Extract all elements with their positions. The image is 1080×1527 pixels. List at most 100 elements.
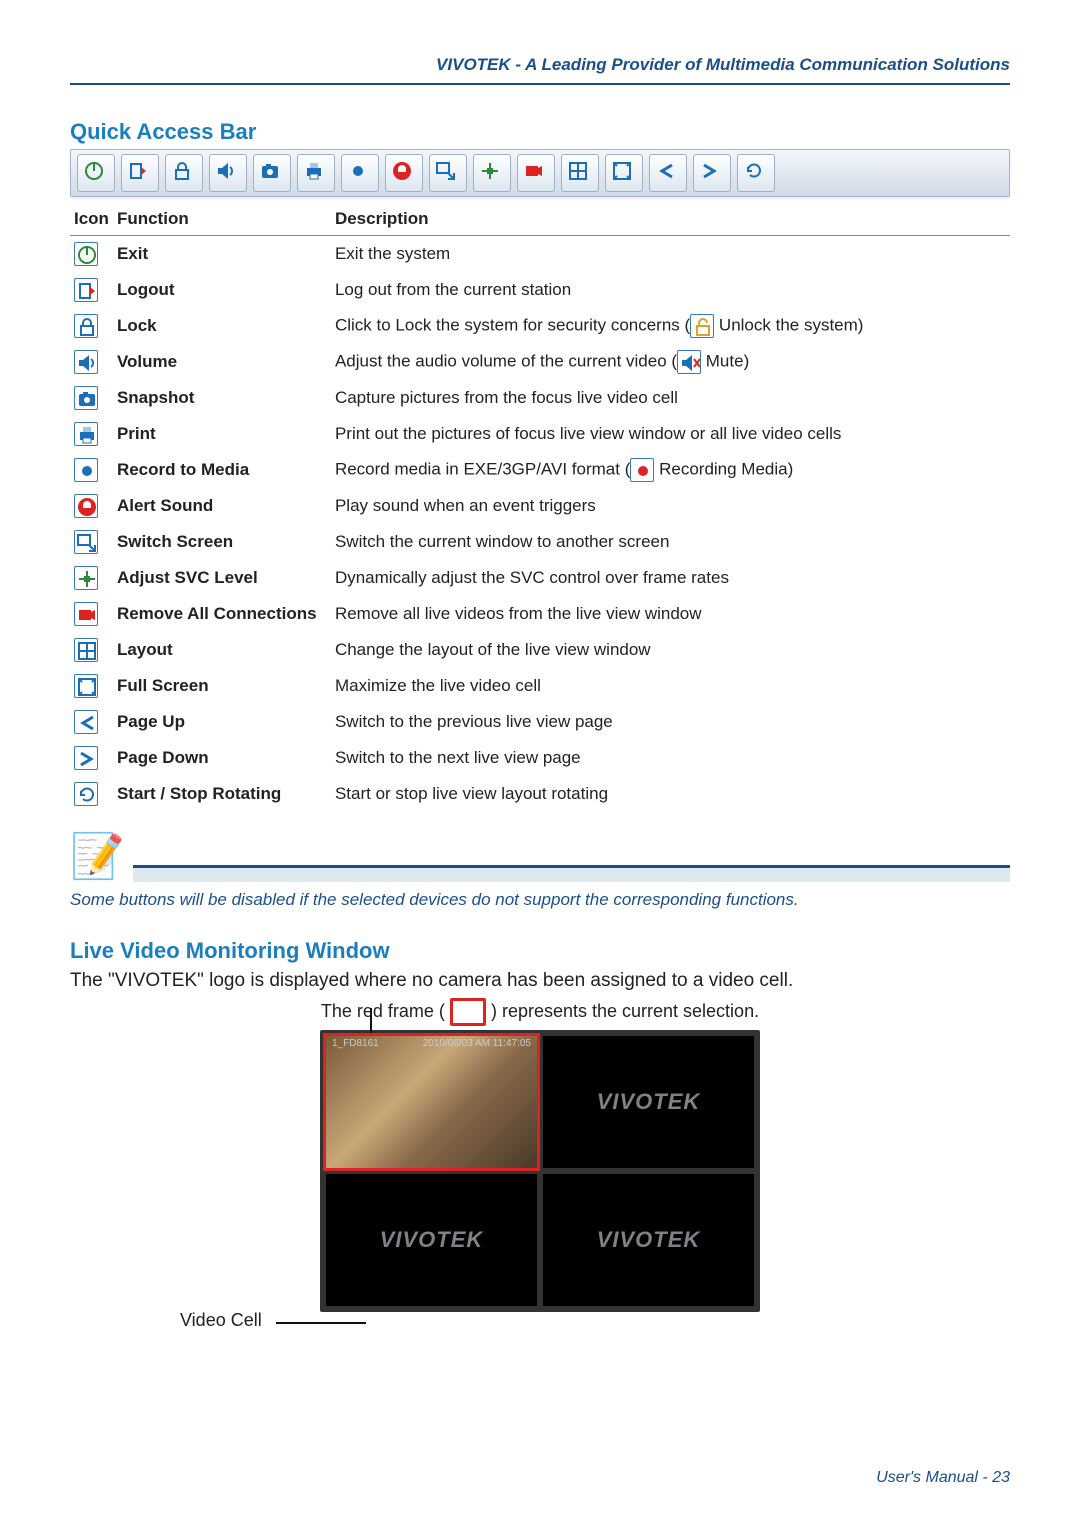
full-screen-button[interactable] xyxy=(605,154,643,192)
full-screen-icon xyxy=(610,159,638,187)
row-desc-post: Unlock the system) xyxy=(714,315,863,334)
logout-icon xyxy=(126,159,154,187)
row-icon-cell xyxy=(70,488,113,524)
row-desc-pre: Switch to the next live view page xyxy=(335,748,581,767)
th-icon: Icon xyxy=(70,203,113,236)
quick-access-toolbar xyxy=(70,149,1010,197)
row-icon-cell xyxy=(70,704,113,740)
video-cell-1-selected[interactable]: 2010/06/03 AM 11:47:05 1_FD8161 xyxy=(326,1036,537,1168)
row-icon-cell xyxy=(70,236,113,273)
recording-icon xyxy=(630,458,654,482)
table-row: Remove All ConnectionsRemove all live vi… xyxy=(70,596,1010,632)
table-row: VolumeAdjust the audio volume of the cur… xyxy=(70,344,1010,380)
row-desc-pre: Click to Lock the system for security co… xyxy=(335,315,690,334)
row-description: Exit the system xyxy=(331,236,1010,273)
snapshot-button[interactable] xyxy=(253,154,291,192)
table-row: LogoutLog out from the current station xyxy=(70,272,1010,308)
table-row: Record to MediaRecord media in EXE/3GP/A… xyxy=(70,452,1010,488)
switch-screen-icon xyxy=(434,159,462,187)
row-function: Record to Media xyxy=(113,452,331,488)
footer: User's Manual - 23 xyxy=(876,1469,1010,1487)
row-desc-post: Mute) xyxy=(701,351,749,370)
layout-icon xyxy=(566,159,594,187)
note-icon: 📝 xyxy=(70,830,125,882)
adjust-svc-button[interactable] xyxy=(473,154,511,192)
record-icon xyxy=(346,159,374,187)
remove-connections-button[interactable] xyxy=(517,154,555,192)
video-diagram: Video Cell 2010/06/03 AM 11:47:05 1_FD81… xyxy=(320,1030,760,1312)
red-frame-icon xyxy=(450,998,486,1026)
row-function: Exit xyxy=(113,236,331,273)
table-row: SnapshotCapture pictures from the focus … xyxy=(70,380,1010,416)
volume-icon xyxy=(74,350,98,374)
logout-button[interactable] xyxy=(121,154,159,192)
row-desc-pre: Exit the system xyxy=(335,244,450,263)
rotate-button[interactable] xyxy=(737,154,775,192)
vivotek-logo: VIVOTEK xyxy=(597,1089,701,1115)
full-screen-icon xyxy=(74,674,98,698)
row-description: Capture pictures from the focus live vid… xyxy=(331,380,1010,416)
table-row: Page DownSwitch to the next live view pa… xyxy=(70,740,1010,776)
note-bar xyxy=(133,865,1010,882)
rotate-icon xyxy=(742,159,770,187)
row-desc-pre: Remove all live videos from the live vie… xyxy=(335,604,702,623)
row-desc-pre: Print out the pictures of focus live vie… xyxy=(335,424,841,443)
switch-screen-button[interactable] xyxy=(429,154,467,192)
logout-icon xyxy=(74,278,98,302)
record-icon xyxy=(74,458,98,482)
row-description: Switch to the next live view page xyxy=(331,740,1010,776)
video-cell-label: Video Cell xyxy=(180,1310,262,1331)
note-bar-row: 📝 xyxy=(70,830,1010,882)
print-icon xyxy=(74,422,98,446)
snapshot-icon xyxy=(258,159,286,187)
page-up-icon xyxy=(74,710,98,734)
table-row: Switch ScreenSwitch the current window t… xyxy=(70,524,1010,560)
row-function: Page Down xyxy=(113,740,331,776)
row-function: Alert Sound xyxy=(113,488,331,524)
vivotek-logo: VIVOTEK xyxy=(597,1227,701,1253)
volume-icon xyxy=(214,159,242,187)
record-button[interactable] xyxy=(341,154,379,192)
row-function: Volume xyxy=(113,344,331,380)
row-function: Snapshot xyxy=(113,380,331,416)
page-down-icon xyxy=(698,159,726,187)
video-grid: 2010/06/03 AM 11:47:05 1_FD8161 VIVOTEK … xyxy=(320,1030,760,1312)
th-function: Function xyxy=(113,203,331,236)
exit-button[interactable] xyxy=(77,154,115,192)
page-down-icon xyxy=(74,746,98,770)
row-desc-pre: Change the layout of the live view windo… xyxy=(335,640,651,659)
page-down-button[interactable] xyxy=(693,154,731,192)
volume-button[interactable] xyxy=(209,154,247,192)
alert-sound-button[interactable] xyxy=(385,154,423,192)
layout-icon xyxy=(74,638,98,662)
layout-button[interactable] xyxy=(561,154,599,192)
video-cell-3[interactable]: VIVOTEK xyxy=(326,1174,537,1306)
table-row: PrintPrint out the pictures of focus liv… xyxy=(70,416,1010,452)
video-cell-pointer-line xyxy=(276,1322,366,1324)
live-video-line2-pre: The red frame ( xyxy=(321,1001,450,1021)
row-function: Start / Stop Rotating xyxy=(113,776,331,812)
video-cell-2[interactable]: VIVOTEK xyxy=(543,1036,754,1168)
row-description: Change the layout of the live view windo… xyxy=(331,632,1010,668)
row-function: Print xyxy=(113,416,331,452)
live-video-line2: The red frame ( ) represents the current… xyxy=(70,998,1010,1026)
page-up-icon xyxy=(654,159,682,187)
row-icon-cell xyxy=(70,344,113,380)
cell-camera-id: 1_FD8161 xyxy=(332,1038,379,1049)
lock-button[interactable] xyxy=(165,154,203,192)
exit-icon xyxy=(74,242,98,266)
snapshot-icon xyxy=(74,386,98,410)
row-desc-pre: Record media in EXE/3GP/AVI format ( xyxy=(335,459,630,478)
row-description: Record media in EXE/3GP/AVI format ( Rec… xyxy=(331,452,1010,488)
row-function: Layout xyxy=(113,632,331,668)
table-row: Adjust SVC LevelDynamically adjust the S… xyxy=(70,560,1010,596)
page-up-button[interactable] xyxy=(649,154,687,192)
lock-icon xyxy=(170,159,198,187)
selection-pointer-line xyxy=(370,1008,372,1034)
row-description: Play sound when an event triggers xyxy=(331,488,1010,524)
adjust-svc-icon xyxy=(478,159,506,187)
print-button[interactable] xyxy=(297,154,335,192)
row-description: Click to Lock the system for security co… xyxy=(331,308,1010,344)
video-cell-4[interactable]: VIVOTEK xyxy=(543,1174,754,1306)
unlock-icon xyxy=(690,314,714,338)
